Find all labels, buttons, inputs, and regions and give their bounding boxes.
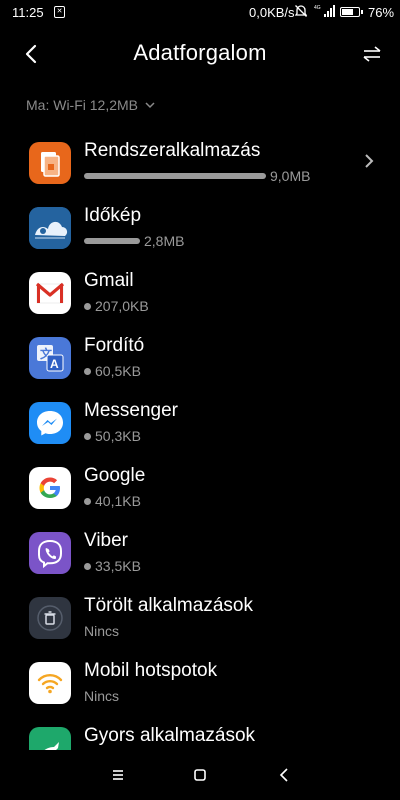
- gmail-icon: [29, 272, 71, 314]
- usage-indicator: Nincs: [84, 623, 119, 639]
- system-nav-bar: [0, 750, 400, 800]
- usage-dot: [84, 497, 91, 505]
- usage-indicator: 2,8MB: [84, 233, 184, 249]
- battery-icon: [340, 7, 363, 17]
- usage-value: Nincs: [84, 688, 120, 704]
- status-time: 11:25: [12, 5, 44, 20]
- period-filter-label: Ma: Wi-Fi 12,2MB: [26, 97, 139, 113]
- app-name: Időkép: [84, 205, 142, 226]
- usage-dot: [84, 432, 91, 440]
- signal-icon: 4G: [314, 5, 335, 17]
- app-name: Gyors alkalmazások: [84, 725, 256, 746]
- usage-bar: [84, 238, 140, 244]
- header: Adatforgalom: [0, 26, 400, 82]
- app-usage-list: Rendszeralkalmazás 9,0MB Időkép 2,8MB Gm…: [0, 130, 400, 780]
- usage-indicator: 60,5KB: [84, 363, 141, 379]
- battery-percent: 76%: [368, 5, 395, 20]
- usage-value: 2,8MB: [144, 233, 185, 249]
- google-icon: [29, 467, 71, 509]
- usage-value: 40,1KB: [95, 493, 141, 509]
- deleted-apps-icon: [29, 597, 71, 639]
- app-name: Törölt alkalmazások: [84, 595, 253, 616]
- sort-icon[interactable]: [360, 42, 384, 66]
- usage-indicator: 40,1KB: [84, 493, 141, 509]
- chevron-right-icon: [365, 154, 374, 168]
- translate-icon: 文 A: [29, 337, 71, 379]
- network-speed: 0,0KB/s: [249, 5, 295, 20]
- status-bar: 11:25 ✕ 0,0KB/s 4G 76%: [0, 0, 400, 26]
- page-title: Adatforgalom: [133, 40, 267, 65]
- app-name: Viber: [84, 530, 129, 551]
- usage-indicator: 9,0MB: [84, 168, 310, 184]
- app-name: Messenger: [84, 400, 178, 421]
- usage-bar: [84, 173, 266, 179]
- app-name: Gmail: [84, 270, 134, 291]
- usage-indicator: Nincs: [84, 688, 119, 704]
- usage-indicator: 207,0KB: [84, 298, 149, 314]
- usage-value: 207,0KB: [95, 298, 149, 314]
- app-row-google[interactable]: Google 40,1KB: [0, 455, 400, 520]
- usage-dot: [84, 302, 91, 310]
- app-row-gmail[interactable]: Gmail 207,0KB: [0, 260, 400, 325]
- svg-text:A: A: [50, 357, 59, 371]
- menu-icon[interactable]: [107, 764, 129, 786]
- app-name: Mobil hotspotok: [84, 660, 218, 681]
- back-icon[interactable]: [273, 764, 295, 786]
- app-row-hotspot[interactable]: Mobil hotspotok Nincs: [0, 650, 400, 715]
- messenger-icon: [29, 402, 71, 444]
- usage-indicator: 50,3KB: [84, 428, 141, 444]
- alarm-off-icon: [294, 5, 308, 17]
- system-apps-icon: [29, 142, 71, 184]
- viber-icon: [29, 532, 71, 574]
- app-name: Google: [84, 465, 146, 486]
- usage-value: 50,3KB: [95, 428, 141, 444]
- app-name: Fordító: [84, 335, 145, 356]
- usage-value: 33,5KB: [95, 558, 141, 574]
- usage-indicator: 33,5KB: [84, 558, 141, 574]
- sim-icon: ✕: [54, 6, 65, 18]
- period-filter-dropdown[interactable]: Ma: Wi-Fi 12,2MB: [26, 97, 156, 113]
- usage-value: 60,5KB: [95, 363, 141, 379]
- idokep-icon: [29, 207, 71, 249]
- app-row-system[interactable]: Rendszeralkalmazás 9,0MB: [0, 130, 400, 195]
- app-row-translate[interactable]: 文 A Fordító 60,5KB: [0, 325, 400, 390]
- network-type: 4G: [314, 5, 321, 11]
- usage-dot: [84, 562, 91, 570]
- app-row-deleted[interactable]: Törölt alkalmazások Nincs: [0, 585, 400, 650]
- app-row-messenger[interactable]: Messenger 50,3KB: [0, 390, 400, 455]
- hotspot-icon: [29, 662, 71, 704]
- usage-dot: [84, 367, 91, 375]
- app-row-idokep[interactable]: Időkép 2,8MB: [0, 195, 400, 260]
- usage-value: 9,0MB: [270, 168, 311, 184]
- app-name: Rendszeralkalmazás: [84, 140, 261, 161]
- home-icon[interactable]: [189, 764, 211, 786]
- usage-value: Nincs: [84, 623, 120, 639]
- app-row-viber[interactable]: Viber 33,5KB: [0, 520, 400, 585]
- chevron-down-icon: [145, 102, 155, 109]
